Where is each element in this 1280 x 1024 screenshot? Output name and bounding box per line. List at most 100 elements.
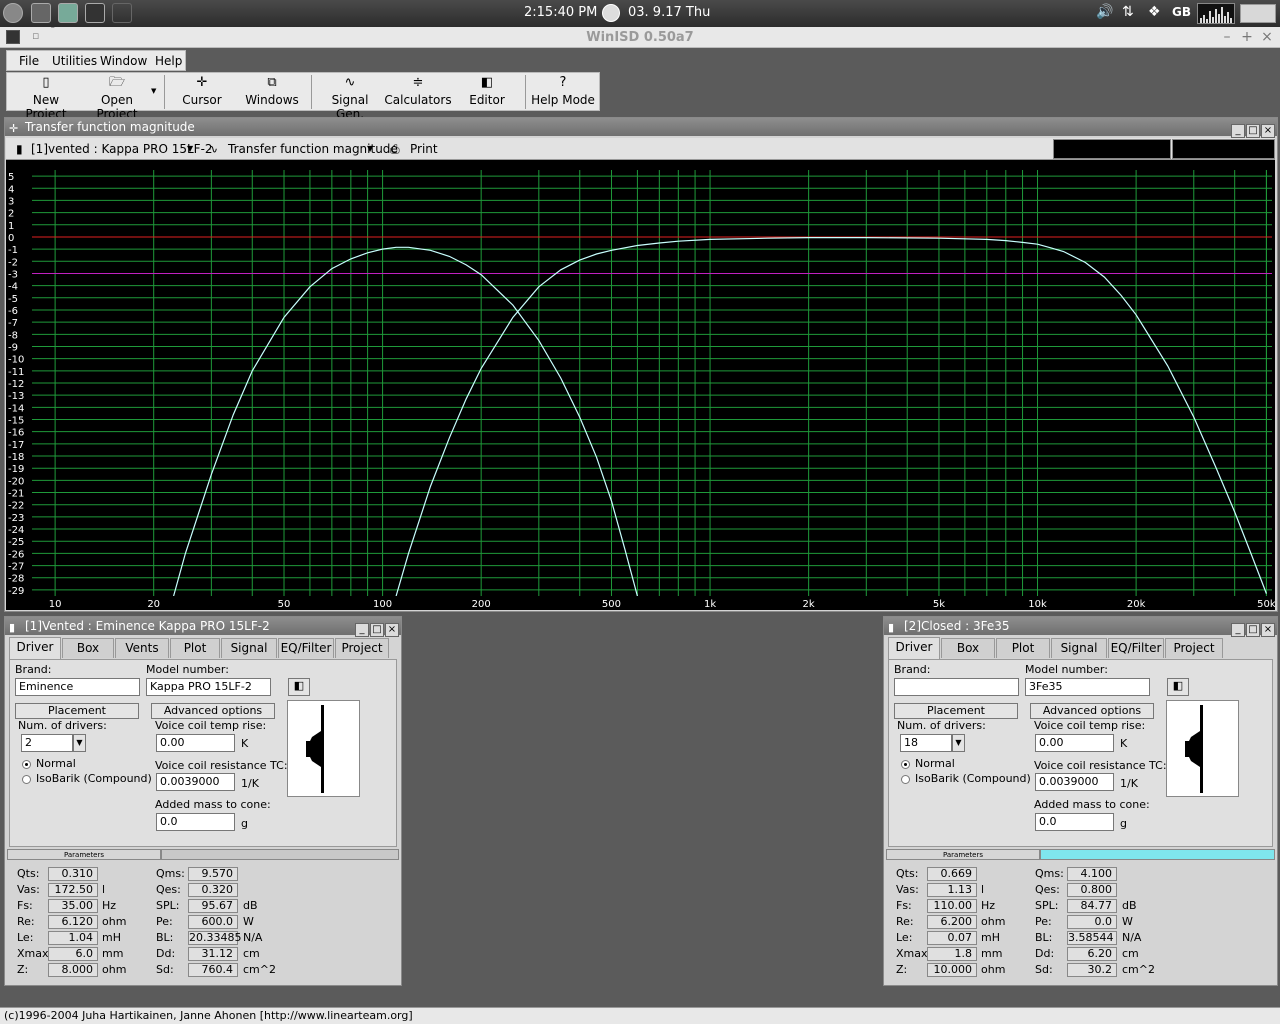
model-input[interactable]: 3Fe35 bbox=[1025, 678, 1150, 696]
num-drivers-dropdown[interactable]: ▼ bbox=[952, 734, 965, 752]
brand-label: Brand: bbox=[15, 663, 52, 676]
maximize-icon[interactable]: □ bbox=[370, 623, 384, 637]
param-unit: ohm bbox=[981, 915, 1006, 928]
tab-box[interactable]: Box bbox=[62, 638, 114, 658]
y-tick-label: -3 bbox=[8, 269, 18, 280]
file-manager-icon[interactable] bbox=[31, 3, 51, 23]
param-label: Fs: bbox=[17, 899, 33, 912]
y-tick-label: -14 bbox=[8, 403, 24, 414]
tab-project[interactable]: Project bbox=[1165, 638, 1223, 658]
maximize-icon[interactable]: + bbox=[1239, 29, 1255, 45]
model-input[interactable]: Kappa PRO 15LF-2 bbox=[146, 678, 271, 696]
placement-button[interactable]: Placement bbox=[15, 703, 139, 719]
param-unit: cm bbox=[1122, 947, 1139, 960]
vc-temp-input[interactable]: 0.00 bbox=[156, 734, 235, 752]
volume-icon[interactable]: 🔊 bbox=[1096, 4, 1113, 20]
param-value: 10.000 bbox=[927, 963, 977, 977]
menu-help[interactable]: Help bbox=[155, 54, 182, 68]
keyboard-layout-indicator[interactable]: GB bbox=[1172, 5, 1191, 19]
minimize-icon[interactable]: – bbox=[1219, 29, 1235, 45]
menu-file[interactable]: File bbox=[19, 54, 39, 68]
print-button[interactable]: Print bbox=[410, 142, 438, 156]
open-project-dropdown-icon[interactable]: ▼ bbox=[151, 87, 156, 95]
menu-utilities[interactable]: Utilities bbox=[52, 54, 97, 68]
added-mass-input[interactable]: 0.0 bbox=[156, 813, 235, 831]
param-label: Le: bbox=[896, 931, 913, 944]
num-drivers-input[interactable]: 18 bbox=[900, 734, 952, 752]
tab-signal[interactable]: Signal bbox=[1051, 638, 1107, 658]
maximize-icon[interactable]: □ bbox=[1246, 124, 1260, 138]
signal-gen-button[interactable]: ∿ Signal Gen. bbox=[317, 73, 383, 121]
editor-icon: ◧ bbox=[480, 75, 494, 90]
cursor-button[interactable]: ✛ Cursor bbox=[169, 73, 235, 110]
close-icon[interactable]: × bbox=[1261, 623, 1275, 637]
open-project-button[interactable]: 🗁 Open Project bbox=[81, 73, 153, 121]
maximize-icon[interactable]: □ bbox=[1246, 623, 1260, 637]
advanced-options-button[interactable]: Advanced options bbox=[151, 703, 275, 719]
transfer-function-chart[interactable]: 5 4 3 2 1 0 -1 -2 -3 -4 -5 -6 -7 -8 -9 -10 -11 -12 -13 -14-… bbox=[6, 160, 1275, 610]
tab-eq-filter[interactable]: EQ/Filter bbox=[278, 638, 334, 658]
tab-driver[interactable]: Driver bbox=[9, 637, 61, 659]
brand-input[interactable] bbox=[894, 678, 1019, 696]
chevron-down-icon[interactable]: ▼ bbox=[187, 144, 193, 153]
project-select[interactable]: [1]vented : Kappa PRO 15LF-2 bbox=[31, 142, 213, 156]
image-viewer-icon[interactable] bbox=[58, 3, 78, 23]
chevron-down-icon[interactable]: ▼ bbox=[367, 144, 373, 153]
driver-window-1: ▮ [1]Vented : Eminence Kappa PRO 15LF-2 … bbox=[4, 616, 402, 986]
tab-plot[interactable]: Plot bbox=[996, 638, 1050, 658]
param-label: Le: bbox=[17, 931, 34, 944]
editor-button[interactable]: ◧ Editor bbox=[459, 73, 515, 110]
minimize-icon[interactable]: _ bbox=[1231, 124, 1245, 138]
param-value: 0.320 bbox=[188, 883, 238, 897]
normal-radio[interactable] bbox=[22, 760, 31, 769]
param-label: Sd: bbox=[156, 963, 174, 976]
menu-window[interactable]: Window bbox=[100, 54, 147, 68]
tab-signal[interactable]: Signal bbox=[221, 638, 277, 658]
terminal-icon[interactable] bbox=[85, 3, 105, 23]
start-menu-icon[interactable] bbox=[3, 3, 23, 23]
vc-tc-input[interactable]: 0.0039000 bbox=[156, 773, 235, 791]
param-unit: N/A bbox=[1122, 931, 1142, 944]
y-tick-label: 3 bbox=[8, 196, 14, 207]
placement-button[interactable]: Placement bbox=[894, 703, 1018, 719]
y-tick-label: 4 bbox=[8, 184, 14, 195]
help-mode-button[interactable]: ? Help Mode bbox=[531, 73, 595, 110]
tab-project[interactable]: Project bbox=[335, 638, 389, 658]
tab-box[interactable]: Box bbox=[941, 638, 995, 658]
vc-tc-input[interactable]: 0.0039000 bbox=[1035, 773, 1114, 791]
vc-temp-input[interactable]: 0.00 bbox=[1035, 734, 1114, 752]
calculators-button[interactable]: ≑ Calculators bbox=[383, 73, 453, 110]
param-unit: l bbox=[981, 883, 985, 896]
added-mass-input[interactable]: 0.0 bbox=[1035, 813, 1114, 831]
speaker-icon: ▮ bbox=[9, 621, 16, 634]
clock-date[interactable]: 03. 9.17 Thu bbox=[628, 5, 710, 20]
isobarik-radio[interactable] bbox=[901, 775, 910, 784]
driver-editor-button[interactable]: ◧ bbox=[1167, 678, 1189, 696]
tab-plot[interactable]: Plot bbox=[170, 638, 220, 658]
close-icon[interactable]: × bbox=[1261, 124, 1275, 138]
param-label: Qts: bbox=[896, 867, 919, 880]
close-icon[interactable]: × bbox=[1259, 29, 1275, 45]
windows-button[interactable]: ⧉ Windows bbox=[237, 73, 307, 110]
app-launcher-icon[interactable] bbox=[112, 3, 132, 23]
tab-driver[interactable]: Driver bbox=[888, 637, 940, 659]
clock-time[interactable]: 2:15:40 PM bbox=[524, 5, 597, 20]
close-icon[interactable]: × bbox=[385, 623, 399, 637]
minimize-icon[interactable]: _ bbox=[1231, 623, 1245, 637]
tab-eq-filter[interactable]: EQ/Filter bbox=[1108, 638, 1164, 658]
num-drivers-dropdown[interactable]: ▼ bbox=[73, 734, 86, 752]
param-value: 9.570 bbox=[188, 867, 238, 881]
advanced-options-button[interactable]: Advanced options bbox=[1030, 703, 1154, 719]
num-drivers-input[interactable]: 2 bbox=[21, 734, 73, 752]
driver-editor-button[interactable]: ◧ bbox=[288, 678, 310, 696]
new-project-button[interactable]: ▯ New Project bbox=[11, 73, 81, 121]
normal-radio[interactable] bbox=[901, 760, 910, 769]
tab-vents[interactable]: Vents bbox=[115, 638, 169, 658]
minimize-icon[interactable]: _ bbox=[355, 623, 369, 637]
isobarik-radio[interactable] bbox=[22, 775, 31, 784]
param-unit: cm^2 bbox=[1122, 963, 1155, 976]
network-icon[interactable]: ⇅ bbox=[1122, 4, 1134, 20]
dropbox-icon[interactable]: ❖ bbox=[1148, 4, 1161, 20]
brand-input[interactable]: Eminence bbox=[15, 678, 140, 696]
tray-widget[interactable] bbox=[1240, 4, 1276, 23]
